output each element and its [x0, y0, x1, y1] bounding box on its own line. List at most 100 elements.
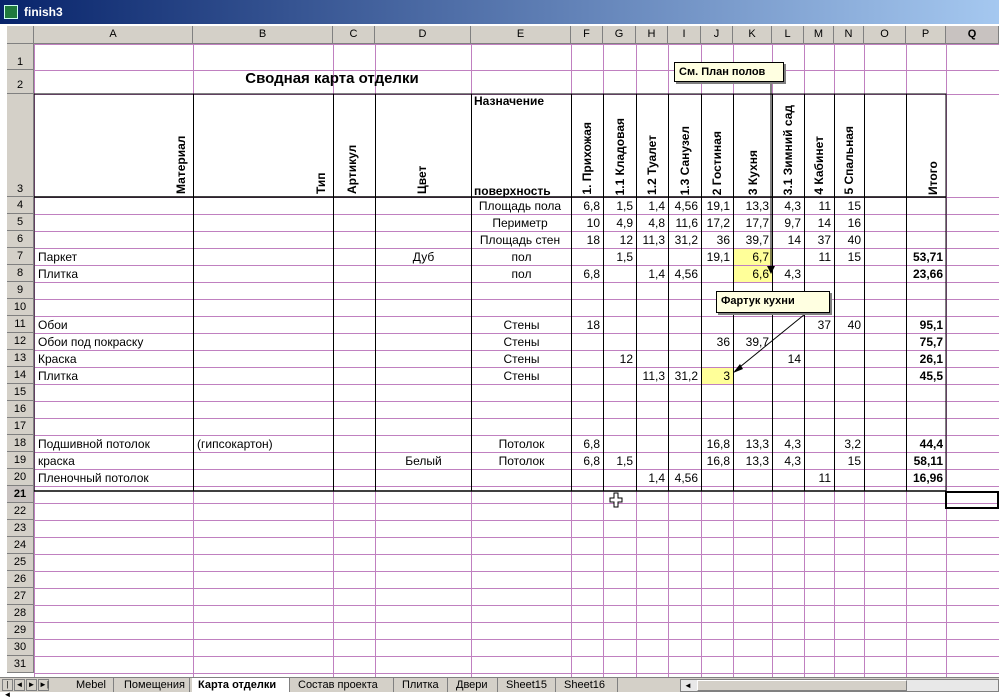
row-header-29[interactable]: 29 [7, 622, 34, 639]
column-header-p[interactable]: P [906, 26, 946, 44]
cell-n7[interactable]: 15 [835, 249, 864, 265]
cell-i14[interactable]: 31,2 [669, 368, 701, 384]
cell-n6[interactable]: 40 [835, 232, 864, 248]
cell-a18[interactable]: Подшивной потолок [35, 436, 193, 452]
cell-n11[interactable]: 40 [835, 317, 864, 333]
sheet-tab-6[interactable]: Двери [450, 678, 498, 692]
cell-l18[interactable]: 4,3 [773, 436, 804, 452]
cell-i8[interactable]: 4,56 [669, 266, 701, 282]
row-header-7[interactable]: 7 [7, 248, 34, 265]
cell-p12[interactable]: 75,7 [907, 334, 946, 350]
cell-d7[interactable]: Дуб [376, 249, 471, 265]
cell-j4[interactable]: 19,1 [702, 198, 733, 214]
cell-f19[interactable]: 6,8 [572, 453, 603, 469]
sheet-tab-5[interactable]: Плитка [396, 678, 448, 692]
row-header-2[interactable]: 2 [7, 70, 34, 94]
cell-e19[interactable]: Потолок [472, 453, 571, 469]
cell-n19[interactable]: 15 [835, 453, 864, 469]
cell-a8[interactable]: Плитка [35, 266, 193, 282]
row-header-25[interactable]: 25 [7, 554, 34, 571]
column-header-n[interactable]: N [834, 26, 864, 44]
cell-l19[interactable]: 4,3 [773, 453, 804, 469]
cell-p20[interactable]: 16,96 [907, 470, 946, 486]
row-header-19[interactable]: 19 [7, 452, 34, 469]
cell-k7[interactable]: 6,7 [734, 249, 772, 265]
column-header-g[interactable]: G [603, 26, 636, 44]
cell-f5[interactable]: 10 [572, 215, 603, 231]
cell-h4[interactable]: 1,4 [637, 198, 668, 214]
cell-e13[interactable]: Стены [472, 351, 571, 367]
row-header-5[interactable]: 5 [7, 214, 34, 231]
cell-a14[interactable]: Плитка [35, 368, 193, 384]
sheet-tab-7[interactable]: Sheet15 [500, 678, 556, 692]
next-sheet-icon[interactable]: ► [26, 679, 37, 691]
column-header-b[interactable]: B [193, 26, 333, 44]
cell-g4[interactable]: 1,5 [604, 198, 636, 214]
row-header-24[interactable]: 24 [7, 537, 34, 554]
cell-l6[interactable]: 14 [773, 232, 804, 248]
cell-k5[interactable]: 17,7 [734, 215, 772, 231]
cell-g6[interactable]: 12 [604, 232, 636, 248]
cell-a7[interactable]: Паркет [35, 249, 193, 265]
cell-i6[interactable]: 31,2 [669, 232, 701, 248]
row-header-20[interactable]: 20 [7, 469, 34, 486]
row-header-21[interactable]: 21 [7, 486, 34, 503]
cell-k8[interactable]: 6,6 [734, 266, 772, 282]
cell-p7[interactable]: 53,71 [907, 249, 946, 265]
cell-l4[interactable]: 4,3 [773, 198, 804, 214]
row-header-27[interactable]: 27 [7, 588, 34, 605]
row-header-14[interactable]: 14 [7, 367, 34, 384]
cell-m5[interactable]: 14 [805, 215, 834, 231]
select-all-corner[interactable] [7, 26, 34, 44]
row-header-22[interactable]: 22 [7, 503, 34, 520]
cell-n5[interactable]: 16 [835, 215, 864, 231]
column-header-h[interactable]: H [636, 26, 668, 44]
row-header-18[interactable]: 18 [7, 435, 34, 452]
cell-j14[interactable]: 3 [702, 368, 733, 384]
cell-p13[interactable]: 26,1 [907, 351, 946, 367]
row-header-4[interactable]: 4 [7, 197, 34, 214]
cell-a20[interactable]: Пленочный потолок [35, 470, 193, 486]
prev-sheet-icon[interactable]: ◄ [14, 679, 25, 691]
cell-l5[interactable]: 9,7 [773, 215, 804, 231]
column-header-q[interactable]: Q [946, 26, 999, 44]
cell-h6[interactable]: 11,3 [637, 232, 668, 248]
cell-h5[interactable]: 4,8 [637, 215, 668, 231]
cell-p14[interactable]: 45,5 [907, 368, 946, 384]
cell-f8[interactable]: 6,8 [572, 266, 603, 282]
cell-e11[interactable]: Стены [472, 317, 571, 333]
row-header-11[interactable]: 11 [7, 316, 34, 333]
cell-k18[interactable]: 13,3 [734, 436, 772, 452]
cell-e6[interactable]: Площадь стен [472, 232, 571, 248]
cell-n18[interactable]: 3,2 [835, 436, 864, 452]
cell-e7[interactable]: пол [472, 249, 571, 265]
cell-a13[interactable]: Краска [35, 351, 193, 367]
row-header-6[interactable]: 6 [7, 231, 34, 248]
column-header-a[interactable]: A [34, 26, 193, 44]
sheet-tab-1[interactable]: Mebel [70, 678, 114, 692]
cell-e5[interactable]: Периметр [472, 215, 571, 231]
cell-a12[interactable]: Обои под покраску [35, 334, 193, 350]
cell-d19[interactable]: Белый [376, 453, 471, 469]
horizontal-scrollbar[interactable]: ◄ [680, 679, 999, 692]
cell-g7[interactable]: 1,5 [604, 249, 636, 265]
column-header-i[interactable]: I [668, 26, 701, 44]
row-header-15[interactable]: 15 [7, 384, 34, 401]
cell-f6[interactable]: 18 [572, 232, 603, 248]
first-sheet-icon[interactable]: |◄ [2, 679, 13, 699]
cell-j18[interactable]: 16,8 [702, 436, 733, 452]
cell-p8[interactable]: 23,66 [907, 266, 946, 282]
column-header-d[interactable]: D [375, 26, 471, 44]
cell-i5[interactable]: 11,6 [669, 215, 701, 231]
row-header-31[interactable]: 31 [7, 656, 34, 673]
row-header-17[interactable]: 17 [7, 418, 34, 435]
row-header-9[interactable]: 9 [7, 282, 34, 299]
cell-i20[interactable]: 4,56 [669, 470, 701, 486]
column-header-o[interactable]: O [864, 26, 906, 44]
cell-k19[interactable]: 13,3 [734, 453, 772, 469]
cell-j12[interactable]: 36 [702, 334, 733, 350]
cell-e14[interactable]: Стены [472, 368, 571, 384]
column-header-m[interactable]: M [804, 26, 834, 44]
cell-k6[interactable]: 39,7 [734, 232, 772, 248]
scrollbar-thumb[interactable] [697, 680, 907, 691]
